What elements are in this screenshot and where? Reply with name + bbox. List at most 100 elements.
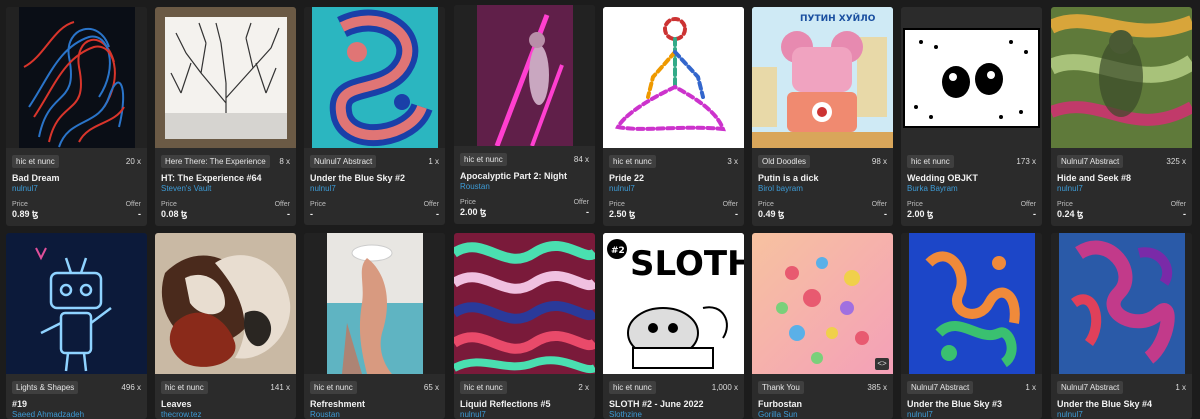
offer-label: Offer <box>274 201 290 208</box>
collection-badge[interactable]: Nulnul7 Abstract <box>907 380 974 394</box>
artwork-title[interactable]: Furbostan <box>752 395 893 409</box>
nft-card[interactable]: Nulnul7 Abstract 1 x Under the Blue Sky #… <box>1051 233 1192 419</box>
artwork-issue-text: #2 <box>611 246 625 256</box>
nft-card[interactable]: Here There: The Experience 8 x HT: The Ex… <box>155 7 296 226</box>
artwork-thumbnail[interactable] <box>155 233 296 374</box>
artwork-thumbnail[interactable]: ПУТИН ХУЙЛО <box>752 7 893 148</box>
artwork-thumbnail[interactable] <box>901 7 1042 148</box>
artwork-thumbnail[interactable] <box>6 7 147 148</box>
price-value: 2.50 ꜩ <box>609 209 636 219</box>
artwork-title[interactable]: HT: The Experience #64 <box>155 169 296 183</box>
artwork-title[interactable]: Liquid Reflections #5 <box>454 395 595 409</box>
collection-badge[interactable]: Nulnul7 Abstract <box>310 154 377 168</box>
collection-badge[interactable]: hic et nunc <box>12 154 59 168</box>
price-value: 0.89 ꜩ <box>12 209 39 219</box>
nft-card[interactable]: Nulnul7 Abstract 1 x Under the Blue Sky #… <box>304 7 445 225</box>
collection-badge[interactable]: Thank You <box>758 380 804 394</box>
nft-card[interactable]: hic et nunc 141 x Leaves thecrow.tez <box>155 233 296 419</box>
edition-count: 325 x <box>1166 156 1186 166</box>
price-label: Price <box>758 201 774 208</box>
collection-badge[interactable]: Lights & Shapes <box>12 380 79 394</box>
nft-card[interactable]: hic et nunc 20 x Bad Dream nulnul7 Price O… <box>6 7 147 226</box>
collection-badge[interactable]: hic et nunc <box>460 152 507 166</box>
artwork-thumbnail[interactable] <box>1051 233 1192 374</box>
artwork-thumbnail[interactable] <box>901 233 1042 374</box>
artwork-title[interactable]: Apocalyptic Part 2: Night <box>454 167 595 181</box>
offer-label: Offer <box>722 201 738 208</box>
artwork-title[interactable]: #19 <box>6 395 147 409</box>
artwork-thumbnail[interactable] <box>454 5 595 146</box>
nft-card[interactable]: ПУТИН ХУЙЛО Old Doodles 98 x Putin is a d… <box>752 7 893 226</box>
artist-link[interactable]: Birol bayram <box>752 183 893 193</box>
collection-badge[interactable]: hic et nunc <box>310 380 357 394</box>
artwork-title[interactable]: SLOTH #2 - June 2022 <box>603 395 744 409</box>
nft-card[interactable]: hic et nunc 84 x Apocalyptic Part 2: Nigh… <box>454 5 595 224</box>
nft-card[interactable]: Nulnul7 Abstract 1 x Under the Blue Sky #… <box>901 233 1042 419</box>
edition-count: 98 x <box>871 156 887 166</box>
artwork-title[interactable]: Pride 22 <box>603 169 744 183</box>
nft-card[interactable]: hic et nunc 65 x Refreshment Roustan <box>304 233 445 419</box>
offer-value: - <box>436 209 439 219</box>
nft-card[interactable]: #2 SLOTH hic et nunc 1,000 x SLOTH #2 - J… <box>603 233 744 419</box>
collection-badge[interactable]: Old Doodles <box>758 154 811 168</box>
offer-label: Offer <box>573 199 589 206</box>
price-label: Price <box>1057 201 1073 208</box>
code-icon[interactable]: <> <box>875 358 889 370</box>
nft-card[interactable]: Nulnul7 Abstract 325 x Hide and Seek #8 n… <box>1051 7 1192 226</box>
artwork-title[interactable]: Hide and Seek #8 <box>1051 169 1192 183</box>
collection-badge[interactable]: Nulnul7 Abstract <box>1057 380 1124 394</box>
artwork-title[interactable]: Refreshment <box>304 395 445 409</box>
artwork-title[interactable]: Leaves <box>155 395 296 409</box>
artwork-title[interactable]: Wedding OBJKT <box>901 169 1042 183</box>
offer-label: Offer <box>423 201 439 208</box>
price-value: 2.00 ꜩ <box>460 207 487 217</box>
nft-card[interactable]: hic et nunc 2 x Liquid Reflections #5 nul… <box>454 233 595 419</box>
edition-count: 1,000 x <box>711 382 738 392</box>
nft-card[interactable]: hic et nunc 3 x Pride 22 nulnul7 Price Off… <box>603 7 744 226</box>
artwork-thumbnail[interactable] <box>304 7 445 148</box>
artist-link[interactable]: nulnul7 <box>304 183 445 193</box>
price-value: 0.49 ꜩ <box>758 209 785 219</box>
offer-value: - <box>1183 209 1186 219</box>
collection-badge[interactable]: hic et nunc <box>609 380 656 394</box>
artwork-thumbnail[interactable] <box>155 7 296 148</box>
nft-card[interactable]: hic et nunc 173 x Wedding OBJKT Burka Bay… <box>901 7 1042 226</box>
artwork-title[interactable]: Bad Dream <box>6 169 147 183</box>
edition-count: 2 x <box>578 382 589 392</box>
artwork-thumbnail[interactable]: <> <box>752 233 893 374</box>
artist-link[interactable]: nulnul7 <box>603 183 744 193</box>
artwork-title[interactable]: Under the Blue Sky #4 <box>1051 395 1192 409</box>
price-value: 2.00 ꜩ <box>907 209 934 219</box>
collection-badge[interactable]: hic et nunc <box>161 380 208 394</box>
edition-count: 65 x <box>423 382 439 392</box>
artwork-thumbnail[interactable]: #2 SLOTH <box>603 233 744 374</box>
collection-badge[interactable]: hic et nunc <box>907 154 954 168</box>
edition-count: 173 x <box>1016 156 1036 166</box>
offer-label: Offer <box>1020 201 1036 208</box>
artwork-thumbnail[interactable] <box>454 233 595 374</box>
offer-value: - <box>1033 209 1036 219</box>
price-label: Price <box>907 201 923 208</box>
artwork-thumbnail[interactable] <box>603 7 744 148</box>
artwork-thumbnail[interactable] <box>6 233 147 374</box>
artwork-title[interactable]: Putin is a dick <box>752 169 893 183</box>
offer-value: - <box>138 209 141 219</box>
artist-link[interactable]: nulnul7 <box>6 183 147 193</box>
collection-badge[interactable]: Here There: The Experience <box>161 154 270 168</box>
artwork-title[interactable]: Under the Blue Sky #3 <box>901 395 1042 409</box>
offer-value: - <box>287 209 290 219</box>
offer-label: Offer <box>871 201 887 208</box>
artist-link[interactable]: Roustan <box>454 181 595 191</box>
collection-badge[interactable]: Nulnul7 Abstract <box>1057 154 1124 168</box>
artwork-thumbnail[interactable] <box>1051 7 1192 148</box>
artist-link[interactable]: nulnul7 <box>1051 183 1192 193</box>
artwork-thumbnail[interactable] <box>304 233 445 374</box>
nft-card[interactable]: <> Thank You 385 x Furbostan Gorilla Sun <box>752 233 893 419</box>
artist-link[interactable]: Burka Bayram <box>901 183 1042 193</box>
artist-link[interactable]: Steven's Vault <box>155 183 296 193</box>
collection-badge[interactable]: hic et nunc <box>460 380 507 394</box>
artwork-title[interactable]: Under the Blue Sky #2 <box>304 169 445 183</box>
edition-count: 8 x <box>279 156 290 166</box>
nft-card[interactable]: Lights & Shapes 496 x #19 Saeed Ahmadzade… <box>6 233 147 419</box>
collection-badge[interactable]: hic et nunc <box>609 154 656 168</box>
